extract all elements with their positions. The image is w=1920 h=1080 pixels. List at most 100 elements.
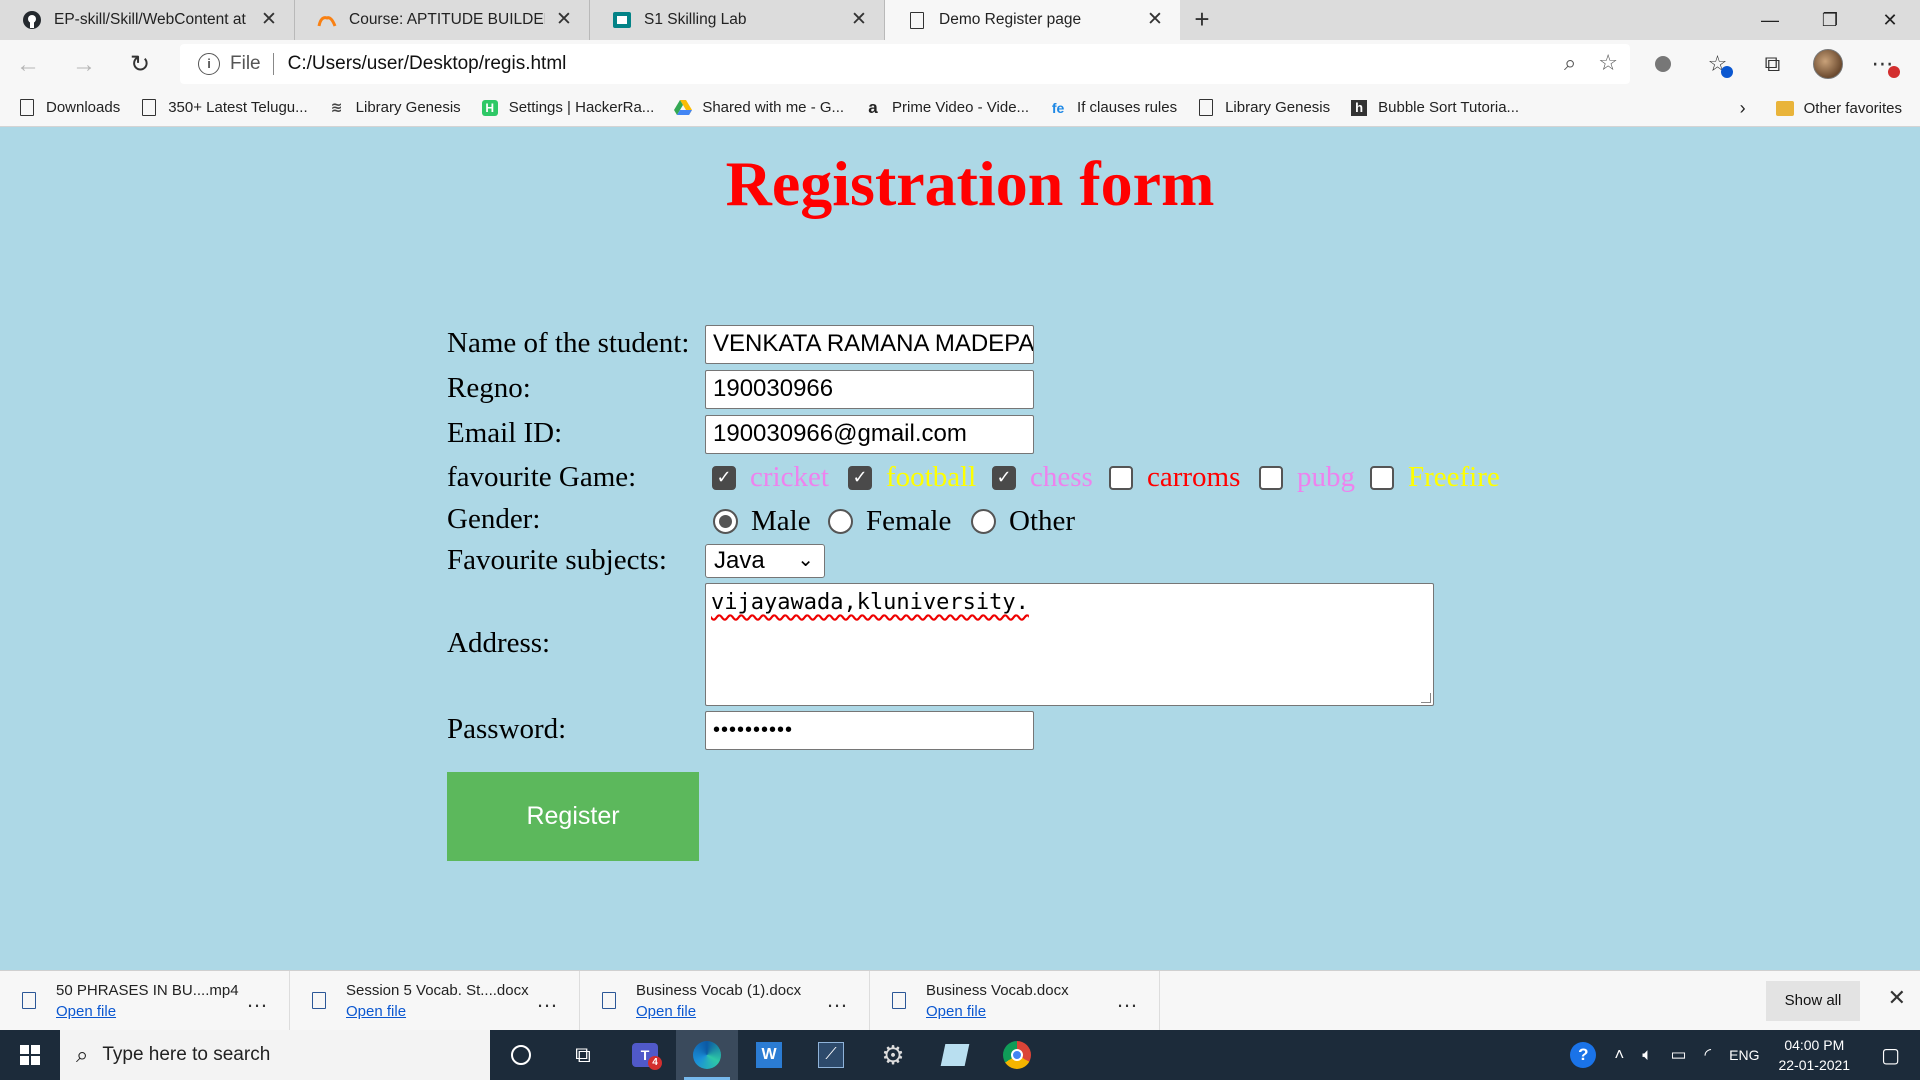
edge-icon[interactable] xyxy=(676,1030,738,1080)
address-bar[interactable]: i File C:/Users/user/Desktop/regis.html … xyxy=(180,44,1630,84)
battery-icon[interactable]: ▭ xyxy=(1670,1045,1686,1065)
start-button[interactable] xyxy=(0,1030,60,1080)
chrome-icon[interactable] xyxy=(986,1030,1048,1080)
regno-input[interactable]: 190030966 xyxy=(705,370,1034,409)
game-option-pubg[interactable]: pubg xyxy=(1259,461,1355,494)
tab-demo-register[interactable]: Demo Register page ✕ xyxy=(885,0,1180,40)
favorite-item[interactable]: a Prime Video - Vide... xyxy=(864,98,1029,117)
favorite-item[interactable]: fe If clauses rules xyxy=(1049,99,1177,117)
tab-aptitude[interactable]: Course: APTITUDE BUILDER - 1 2 ✕ xyxy=(295,0,590,40)
checkbox[interactable]: ✓ xyxy=(712,465,736,490)
gender-option-other[interactable]: Other xyxy=(971,505,1075,538)
zoom-icon[interactable]: ⌕ xyxy=(1564,50,1576,76)
clock[interactable]: 04:00 PM 22-01-2021 xyxy=(1778,1035,1850,1075)
resize-handle[interactable] xyxy=(1421,693,1431,703)
task-view-icon[interactable]: ⧉ xyxy=(552,1030,614,1080)
gender-option-female[interactable]: Female xyxy=(828,505,951,538)
checkbox[interactable]: ✓ xyxy=(992,465,1016,490)
page-content: Registration form Name of the student: V… xyxy=(0,127,1920,970)
more-icon[interactable]: … xyxy=(536,987,559,1013)
collections-icon[interactable]: ⧉ xyxy=(1745,44,1800,84)
more-icon[interactable]: … xyxy=(1116,987,1139,1013)
forward-button[interactable]: → xyxy=(56,45,112,85)
favorite-item[interactable]: Downloads xyxy=(18,99,120,117)
download-item[interactable]: Session 5 Vocab. St....docx Open file … xyxy=(290,970,580,1031)
address-textarea[interactable]: vijayawada,kluniversity. xyxy=(705,583,1434,706)
back-button[interactable]: ← xyxy=(0,45,56,85)
checkbox[interactable] xyxy=(1370,465,1394,490)
tab-skilling-lab[interactable]: S1 Skilling Lab ✕ xyxy=(590,0,885,40)
checkbox[interactable]: ✓ xyxy=(848,465,872,490)
extension-icon[interactable] xyxy=(1635,44,1690,84)
refresh-button[interactable]: ↻ xyxy=(112,45,168,85)
vscode-icon[interactable]: ⟋ xyxy=(800,1030,862,1080)
gender-option-male[interactable]: Male xyxy=(713,505,811,538)
word-icon[interactable]: W xyxy=(738,1030,800,1080)
option-label: pubg xyxy=(1297,461,1355,493)
info-icon[interactable]: i xyxy=(198,53,220,75)
new-tab-button[interactable]: + xyxy=(1180,0,1224,40)
page-icon xyxy=(907,10,927,30)
show-all-button[interactable]: Show all xyxy=(1766,981,1860,1021)
window-close-button[interactable]: ✕ xyxy=(1860,0,1920,40)
download-name: 50 PHRASES IN BU....mp4 xyxy=(56,981,239,999)
more-icon[interactable]: … xyxy=(246,987,269,1013)
register-button[interactable]: Register xyxy=(447,772,699,861)
download-item[interactable]: Business Vocab.docx Open file … xyxy=(870,970,1160,1031)
radio-button[interactable] xyxy=(828,509,853,534)
other-favorites[interactable]: Other favorites xyxy=(1775,99,1902,117)
game-option-carroms[interactable]: carroms xyxy=(1109,461,1240,494)
download-item[interactable]: 50 PHRASES IN BU....mp4 Open file … xyxy=(0,970,290,1031)
favorite-item[interactable]: Library Genesis xyxy=(1197,99,1330,117)
open-file-link[interactable]: Open file xyxy=(636,1003,801,1020)
game-option-cricket[interactable]: ✓ cricket xyxy=(712,461,829,494)
game-option-football[interactable]: ✓ football xyxy=(848,461,976,494)
language-indicator[interactable]: ENG xyxy=(1729,1047,1759,1063)
teams-icon[interactable]: T 4 xyxy=(614,1030,676,1080)
favorite-item[interactable]: H Settings | HackerRa... xyxy=(481,99,654,117)
password-input[interactable]: •••••••••• xyxy=(705,711,1034,750)
star-icon[interactable]: ☆ xyxy=(1598,50,1618,76)
volume-icon[interactable]: 🔈︎ xyxy=(1642,1045,1652,1065)
close-icon[interactable]: ✕ xyxy=(1144,9,1166,31)
favorite-item[interactable]: Shared with me - G... xyxy=(674,99,844,117)
restore-button[interactable]: ❐ xyxy=(1800,0,1860,40)
notifications-icon[interactable]: ▢ xyxy=(1881,1043,1900,1068)
checkbox[interactable] xyxy=(1259,465,1283,490)
minimize-button[interactable]: — xyxy=(1740,0,1800,40)
close-icon[interactable]: ✕ xyxy=(1888,985,1906,1011)
favorite-item[interactable]: ≋ Library Genesis xyxy=(328,99,461,117)
open-file-link[interactable]: Open file xyxy=(56,1003,239,1020)
download-item[interactable]: Business Vocab (1).docx Open file … xyxy=(580,970,870,1031)
chevron-right-icon[interactable]: › xyxy=(1740,98,1746,119)
tab-github[interactable]: EP-skill/Skill/WebContent at main ✕ xyxy=(0,0,295,40)
close-icon[interactable]: ✕ xyxy=(258,9,280,31)
menu-icon[interactable]: ⋯ xyxy=(1855,44,1910,84)
more-icon[interactable]: … xyxy=(826,987,849,1013)
open-file-link[interactable]: Open file xyxy=(346,1003,529,1020)
radio-button[interactable] xyxy=(971,509,996,534)
taskbar-search[interactable]: ⌕ Type here to search xyxy=(60,1030,490,1080)
favorites-icon[interactable]: ☆ xyxy=(1690,44,1745,84)
open-file-link[interactable]: Open file xyxy=(926,1003,1069,1020)
favorite-item[interactable]: h Bubble Sort Tutoria... xyxy=(1350,99,1519,117)
app-icon[interactable] xyxy=(924,1030,986,1080)
wifi-icon[interactable]: ◜ xyxy=(1705,1045,1712,1065)
fe-icon: fe xyxy=(1051,99,1065,116)
checkbox[interactable] xyxy=(1109,465,1133,490)
cortana-icon[interactable] xyxy=(490,1030,552,1080)
game-option-freefire[interactable]: Freefire xyxy=(1370,461,1500,494)
game-option-chess[interactable]: ✓ chess xyxy=(992,461,1093,494)
url-text[interactable]: C:/Users/user/Desktop/regis.html xyxy=(288,53,567,75)
close-icon[interactable]: ✕ xyxy=(848,9,870,31)
help-icon[interactable]: ? xyxy=(1570,1042,1597,1068)
name-input[interactable]: VENKATA RAMANA MADEPALLI xyxy=(705,325,1034,364)
favorite-item[interactable]: 350+ Latest Telugu... xyxy=(140,99,308,117)
profile-avatar[interactable] xyxy=(1800,44,1855,84)
settings-icon[interactable]: ⚙ xyxy=(862,1030,924,1080)
close-icon[interactable]: ✕ xyxy=(553,9,575,31)
radio-button[interactable] xyxy=(713,509,738,534)
subjects-select[interactable]: Java ⌄ xyxy=(705,544,825,578)
email-input[interactable]: 190030966@gmail.com xyxy=(705,415,1034,454)
chevron-up-icon[interactable]: ˄ xyxy=(1614,1045,1624,1065)
